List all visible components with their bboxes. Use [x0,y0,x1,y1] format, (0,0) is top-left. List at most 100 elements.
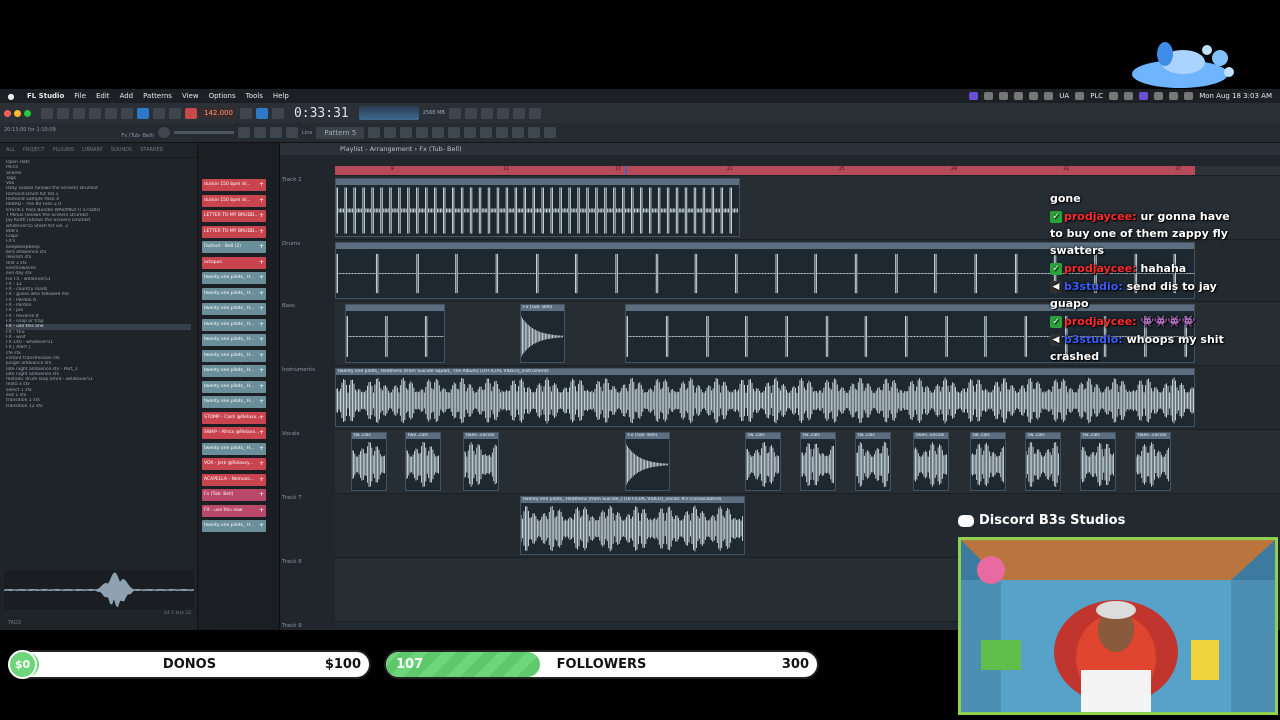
audio-clip[interactable]: twenty one pilots_ Heathens (from Suicid… [335,368,1195,427]
add-icon[interactable]: + [259,303,264,315]
audio-clip[interactable]: tw..cals [1080,432,1116,491]
close-window-button[interactable] [4,109,11,117]
channel-button[interactable]: octopus + [202,256,266,269]
browser-item[interactable]: transition 12 sfx [6,404,191,409]
tool-icon[interactable] [528,107,541,119]
save-icon[interactable] [89,107,101,119]
track-header[interactable]: Drums [280,241,332,247]
tool-icon[interactable] [254,127,266,138]
time-display[interactable]: 0:33:31 [288,106,355,121]
playlist-title[interactable]: Playlist - Arrangement › Fx (Tub- Bell) [280,143,1280,155]
add-icon[interactable]: + [259,350,264,362]
channel-button[interactable]: twenty one pilots_ H... + [202,303,266,315]
add-icon[interactable]: + [259,179,264,191]
tool-icon[interactable] [512,107,525,119]
timeline-ruler[interactable]: 91317212529333741 [335,166,1195,175]
channel-button[interactable]: twenty one pilots_ H... + [202,396,266,408]
add-icon[interactable]: + [259,489,264,501]
channel-button[interactable]: Fastout - Bell (2) + [202,241,266,253]
track-header[interactable]: Track 7 [280,495,332,501]
status-icon[interactable] [1044,92,1054,100]
channel-button[interactable]: twenty one pilots_ H... + [202,318,266,331]
status-icon[interactable] [1029,92,1039,100]
tool-icon[interactable] [464,107,477,119]
add-icon[interactable]: + [259,427,264,439]
audio-clip[interactable]: tw..cals [800,432,836,491]
apple-icon[interactable]: ● [0,92,22,101]
undo-icon[interactable] [105,107,117,119]
line-mode[interactable]: Line [302,130,312,136]
channel-button[interactable]: twenty one pilots_ H... + [202,520,266,532]
zoom-window-button[interactable] [24,109,31,117]
audio-clip[interactable]: tw..cals [745,432,781,491]
audio-clip[interactable]: twen..vocals [463,432,499,491]
channel-button[interactable]: twenty one pilots_ H... + [202,442,266,455]
channel-button[interactable]: duckin 150 bpm dr... + [202,179,266,191]
status-text-plc[interactable]: PLC [1090,92,1103,100]
track-lane[interactable]: tw..cals twe..cals twen..vocals Fx (Tub- Be… [335,429,1280,493]
channel-button[interactable]: twenty one pilots_ H... + [202,334,266,346]
track-header[interactable]: Bass [280,303,332,309]
audio-clip[interactable]: twen..vocals [1135,432,1171,491]
audio-clip[interactable]: tw..cals [970,432,1006,491]
status-icon[interactable] [1124,92,1134,100]
audio-clip[interactable]: twenty one pilots_ Heathens (from Suicid… [520,496,745,555]
audio-clip[interactable]: twen..vocals [913,432,949,491]
tempo-display[interactable]: 142.000 [201,108,236,118]
record-button[interactable] [185,107,197,119]
tool-icon[interactable] [416,127,429,138]
tool-icon[interactable] [384,127,397,138]
tool-icon[interactable] [368,127,381,138]
track-header[interactable]: Track 9 [280,623,332,629]
channel-button[interactable]: ACAPELLA - Nemozo... + [202,473,266,486]
tool-icon[interactable] [400,127,413,138]
tool-icon[interactable] [528,127,541,138]
add-icon[interactable]: + [259,272,264,284]
wifi-icon[interactable] [1154,92,1164,100]
audio-clip[interactable]: tw..cals [855,432,891,491]
minimize-window-button[interactable] [14,109,21,117]
channel-button[interactable]: twenty one pilots_ H... + [202,287,266,300]
pattern-song-toggle[interactable] [137,107,149,119]
audio-clip[interactable] [335,178,740,237]
search-icon[interactable] [1169,92,1179,100]
tool-icon[interactable] [432,127,445,138]
master-pitch-slider[interactable] [174,131,234,134]
channel-button[interactable]: twenty one pilots_ H... + [202,272,266,284]
track-header[interactable]: Track 2 [280,177,332,183]
mic-icon[interactable] [121,107,133,119]
channel-button[interactable]: SWAP - Africa @Relaxx... + [202,427,266,439]
channel-button[interactable]: VOX - Jerk @Relaxsy... + [202,458,266,470]
menu-view[interactable]: View [177,92,204,100]
add-icon[interactable]: + [259,505,264,517]
tool-icon[interactable] [270,127,282,138]
tool-icon[interactable] [464,127,477,138]
stop-button[interactable] [169,107,181,119]
channel-button[interactable]: Fx (Tub- Bell) + [202,489,266,501]
channel-button[interactable]: twenty one pilots_ H... + [202,349,266,362]
tags-label[interactable]: TAGS [8,620,21,626]
channel-button[interactable]: twenty one pilots_ H... + [202,365,266,377]
add-icon[interactable]: + [259,396,264,408]
add-icon[interactable]: + [259,241,264,253]
snap-icon[interactable] [255,107,268,119]
tool-icon[interactable] [286,127,298,138]
menu-patterns[interactable]: Patterns [138,92,177,100]
metronome-icon[interactable] [239,107,252,119]
track-header[interactable]: Instruments [280,367,332,373]
menu-edit[interactable]: Edit [91,92,115,100]
track-lane[interactable]: twenty one pilots_ Heathens (from Suicid… [335,365,1280,429]
tool-icon[interactable] [512,127,525,138]
status-icon[interactable] [1075,92,1085,100]
audio-clip[interactable]: Fx (Tub- Bell) [520,304,565,363]
channel-button[interactable]: LETTER TO MY BRUDD... + [202,210,266,222]
add-icon[interactable]: + [259,520,264,532]
tab-project[interactable]: PROJECT [23,147,45,153]
tool-icon[interactable] [496,127,509,138]
add-icon[interactable]: + [259,381,264,393]
add-icon[interactable]: + [259,474,264,486]
control-center-icon[interactable] [1184,92,1194,100]
status-icon[interactable] [984,92,994,100]
tab-plugins[interactable]: PLUGINS [53,147,74,153]
audio-clip[interactable]: Fx (Tub- Bell) [625,432,670,491]
